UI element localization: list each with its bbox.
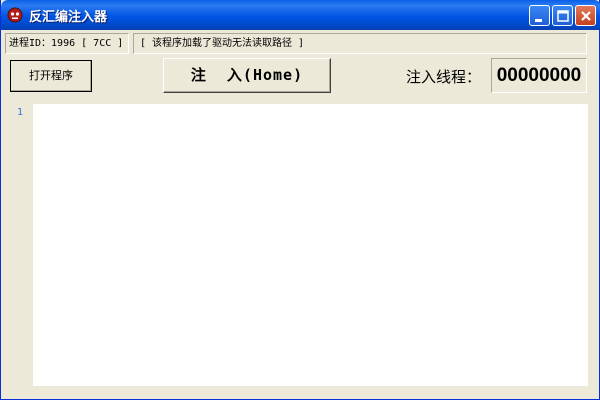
- minimize-button[interactable]: [529, 5, 550, 26]
- title-bar[interactable]: 反汇编注入器: [1, 0, 600, 30]
- status-message: [ 该程序加载了驱动无法读取路径 ]: [133, 33, 587, 54]
- status-bar: 进程ID：1996 [ 7CC ] [ 该程序加载了驱动无法读取路径 ]: [5, 33, 587, 54]
- code-editor[interactable]: [33, 104, 588, 386]
- line-number: 1: [17, 107, 24, 118]
- app-icon: [7, 7, 23, 23]
- inject-thread-value[interactable]: 00000000: [491, 58, 587, 93]
- close-button[interactable]: [575, 5, 596, 26]
- inject-button[interactable]: 注 入(Home): [163, 58, 331, 93]
- process-id-field: 进程ID：1996 [ 7CC ]: [5, 33, 129, 54]
- close-icon: [581, 11, 591, 21]
- app-window: 反汇编注入器 进程ID：1996 [ 7CC ] [ 该程序加载了驱动无法读取路…: [0, 0, 600, 400]
- maximize-button[interactable]: [552, 5, 573, 26]
- open-program-button[interactable]: 打开程序: [10, 60, 92, 92]
- line-number-gutter: [7, 104, 33, 386]
- window-title: 反汇编注入器: [29, 10, 108, 25]
- minimize-icon: [535, 19, 542, 22]
- inject-thread-label: 注入线程：: [406, 68, 482, 86]
- maximize-icon: [557, 10, 569, 22]
